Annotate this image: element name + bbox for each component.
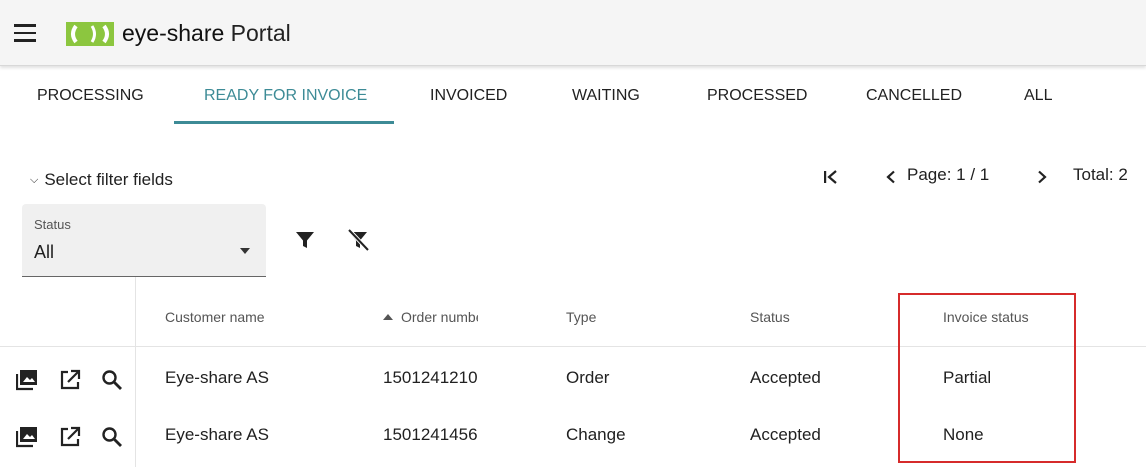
status-select[interactable]: Status All (22, 204, 266, 277)
cell-type: Change (566, 425, 626, 444)
cell-order-number: 1501241210 (383, 368, 478, 387)
first-page-icon[interactable] (822, 169, 838, 185)
column-header-customer-name[interactable]: Customer name (165, 309, 265, 325)
order-number-header-label: Order number (401, 309, 478, 325)
tab-processed[interactable]: PROCESSED (707, 86, 807, 106)
open-in-new-icon[interactable] (59, 369, 81, 391)
chevron-right-icon[interactable] (1036, 170, 1048, 184)
image-icon[interactable] (16, 369, 38, 391)
cell-order-number: 1501241456 (383, 425, 478, 444)
cell-status: Accepted (750, 368, 821, 387)
column-divider (135, 277, 136, 467)
total-count: Total: 2 (1073, 165, 1128, 184)
column-header-type[interactable]: Type (566, 309, 596, 325)
active-tab-indicator (174, 121, 394, 124)
cell-type: Order (566, 368, 610, 387)
eye-share-logo (66, 22, 114, 46)
chevron-down-icon: ⌵ (30, 174, 39, 186)
image-icon[interactable] (16, 426, 38, 448)
column-header-status[interactable]: Status (750, 309, 790, 325)
cell-status: Accepted (750, 425, 821, 444)
cell-customer-name: Eye-share AS (165, 425, 269, 444)
filter-off-icon[interactable] (346, 229, 370, 251)
cell-customer-name: Eye-share AS (165, 368, 269, 387)
search-icon[interactable] (101, 369, 123, 391)
status-select-label: Status (34, 217, 71, 232)
filter-icon[interactable] (295, 230, 315, 250)
status-select-value: All (34, 242, 55, 262)
tab-ready-for-invoice[interactable]: READY FOR INVOICE (204, 86, 367, 106)
app-brand: eye-share Portal (122, 19, 291, 47)
dropdown-caret-icon (240, 248, 250, 254)
invoice-status-highlight-box (898, 293, 1076, 463)
tab-invoiced[interactable]: INVOICED (430, 86, 507, 106)
page-indicator: Page: 1 / 1 (907, 165, 990, 184)
select-filter-fields-toggle[interactable]: ⌵ Select filter fields (30, 170, 173, 192)
sort-ascending-icon (383, 314, 393, 320)
app-header: eye-share Portal (0, 0, 1146, 66)
tab-processing[interactable]: PROCESSING (37, 86, 144, 106)
search-icon[interactable] (101, 426, 123, 448)
chevron-left-icon[interactable] (885, 170, 897, 184)
brand-name: eye-share (122, 20, 225, 46)
column-header-order-number[interactable]: Order number (383, 309, 478, 325)
open-in-new-icon[interactable] (59, 426, 81, 448)
tab-all[interactable]: ALL (1024, 86, 1052, 106)
filter-toggle-label: Select filter fields (44, 170, 173, 189)
tab-waiting[interactable]: WAITING (572, 86, 640, 106)
brand-suffix: Portal (230, 20, 291, 46)
tab-cancelled[interactable]: CANCELLED (866, 86, 962, 106)
hamburger-menu-icon[interactable] (14, 24, 36, 42)
